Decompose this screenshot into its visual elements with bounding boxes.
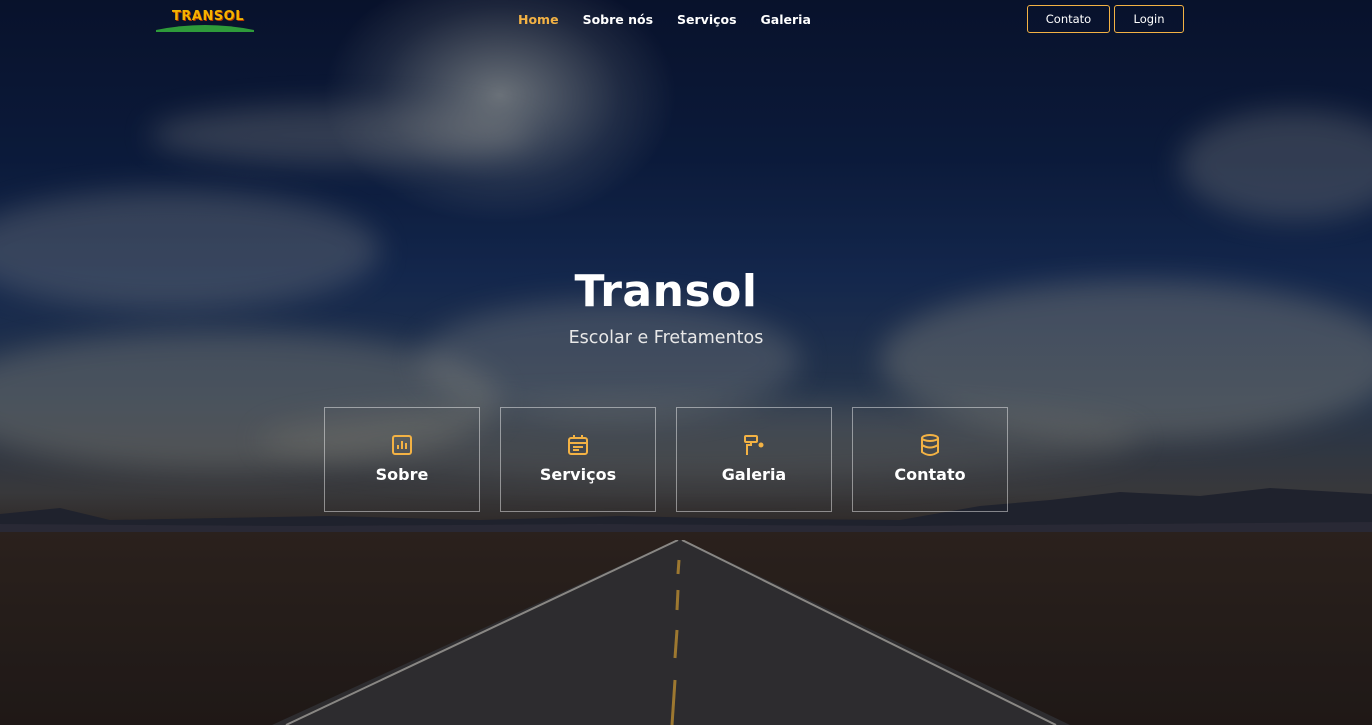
feature-cards: Sobre Serviços Galeria Contato: [324, 407, 1008, 512]
nav-link-home[interactable]: Home: [518, 12, 559, 27]
hero-title: Transol: [574, 266, 758, 317]
nav-buttons: Contato Login: [1027, 5, 1184, 33]
logo-text: TRANSOL: [172, 9, 245, 24]
contato-button[interactable]: Contato: [1027, 5, 1110, 33]
card-galeria[interactable]: Galeria: [676, 407, 832, 512]
paint-roller-icon: [744, 435, 764, 455]
hero-subtitle: Escolar e Fretamentos: [568, 328, 764, 348]
hero-section: TRANSOL Home Sobre nós Serviços Galeria …: [0, 0, 1372, 725]
card-servicos[interactable]: Serviços: [500, 407, 656, 512]
card-label: Galeria: [721, 465, 787, 484]
database-icon: [921, 434, 939, 456]
main-nav: Home Sobre nós Serviços Galeria: [518, 12, 835, 27]
login-button[interactable]: Login: [1114, 5, 1184, 33]
card-label: Contato: [894, 465, 966, 484]
nav-link-sobre-nos[interactable]: Sobre nós: [583, 12, 653, 27]
card-label: Serviços: [539, 465, 617, 484]
card-label: Sobre: [375, 465, 429, 484]
calendar-icon: [568, 435, 588, 455]
top-navbar: TRANSOL Home Sobre nós Serviços Galeria …: [0, 0, 1372, 40]
dark-overlay: [0, 0, 1372, 725]
brand-logo[interactable]: TRANSOL: [156, 8, 254, 32]
card-sobre[interactable]: Sobre: [324, 407, 480, 512]
nav-link-servicos[interactable]: Serviços: [677, 12, 737, 27]
card-contato[interactable]: Contato: [852, 407, 1008, 512]
nav-link-galeria[interactable]: Galeria: [761, 12, 811, 27]
hero-title-container: Transol: [0, 266, 1332, 317]
bar-chart-icon: [392, 435, 412, 455]
